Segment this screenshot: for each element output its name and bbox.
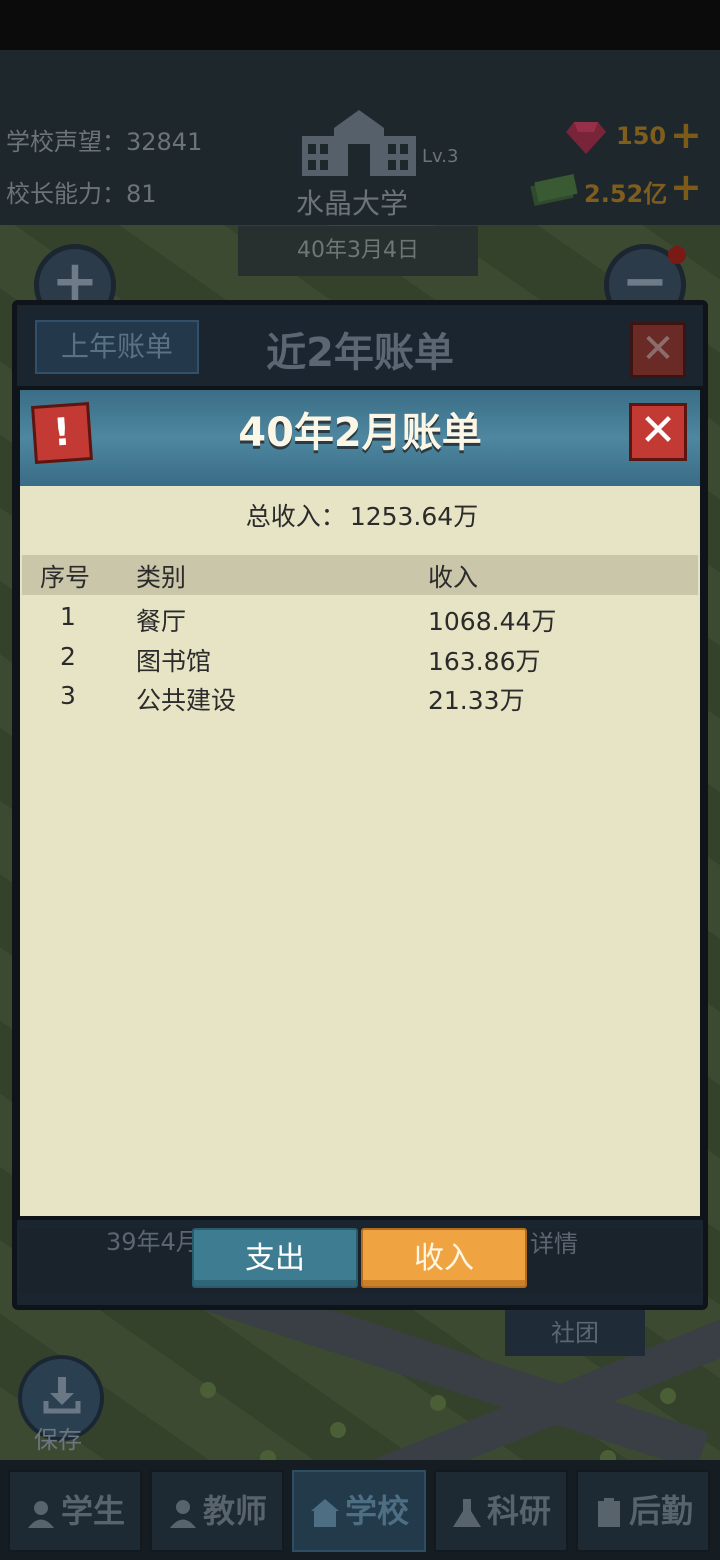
school-level: Lv.3 (422, 146, 459, 167)
nav-teachers[interactable]: 教师 (150, 1470, 284, 1552)
close-bills-panel-button[interactable]: ✕ (630, 322, 686, 378)
table-header (22, 555, 698, 595)
game-date: 40年3月4日 (238, 226, 478, 276)
nav-research[interactable]: 科研 (434, 1470, 568, 1552)
download-icon (43, 1377, 81, 1414)
total-income-label: 总收入： (245, 502, 346, 531)
nav-students[interactable]: 学生 (8, 1470, 142, 1552)
close-dialog-button[interactable]: ✕ (629, 403, 687, 461)
gem-icon (566, 122, 606, 154)
save-label: 保存 (34, 1426, 82, 1454)
money-icon (530, 174, 578, 206)
status-bar (0, 0, 720, 50)
table-row-index: 1 (60, 602, 76, 631)
gem-count: 150 (616, 122, 667, 150)
tab-income[interactable]: 收入 (361, 1228, 527, 1288)
behind-row-date: 39年4月 (106, 1228, 200, 1256)
table-row-index: 3 (60, 681, 76, 710)
school-icon (310, 1499, 339, 1527)
clipboard-icon (597, 1498, 620, 1527)
teacher-icon (169, 1500, 196, 1528)
school-name: 水晶大学 (296, 187, 409, 220)
principal-ability: 校长能力：81 (6, 180, 157, 208)
previous-year-bill-button[interactable]: 上年账单 (35, 320, 199, 374)
student-icon (27, 1501, 54, 1528)
behind-row-detail[interactable]: 详情 (530, 1224, 578, 1259)
nav-logistics[interactable]: 后勤 (576, 1470, 710, 1552)
nav-school[interactable]: 学校 (292, 1470, 426, 1552)
club-tag[interactable]: 社团 (505, 1310, 645, 1356)
school-building-icon (302, 110, 416, 176)
notification-dot (668, 246, 686, 264)
column-amount: 收入 (428, 563, 479, 592)
table-row-amount: 21.33万 (428, 686, 525, 715)
table-row-index: 2 (60, 642, 76, 671)
table-row-category: 图书馆 (136, 647, 212, 676)
column-category: 类别 (136, 563, 187, 592)
column-index: 序号 (40, 563, 91, 592)
table-row-amount: 1068.44万 (428, 607, 557, 636)
reputation: 学校声望：32841 (6, 128, 203, 156)
total-income-value: 1253.64万 (349, 502, 479, 531)
add-gems-button[interactable]: + (670, 116, 702, 154)
table-row-amount: 163.86万 (428, 647, 541, 676)
total-income: 总收入： 1253.64万 (20, 497, 700, 533)
add-money-button[interactable]: + (670, 168, 702, 206)
flask-icon (452, 1499, 481, 1527)
table-row-category: 公共建设 (136, 686, 237, 715)
table-row-category: 餐厅 (136, 607, 187, 636)
dialog-title: 40年2月账单 (238, 410, 482, 456)
tab-expense[interactable]: 支出 (192, 1228, 358, 1288)
money-amount: 2.52亿 (584, 180, 668, 208)
